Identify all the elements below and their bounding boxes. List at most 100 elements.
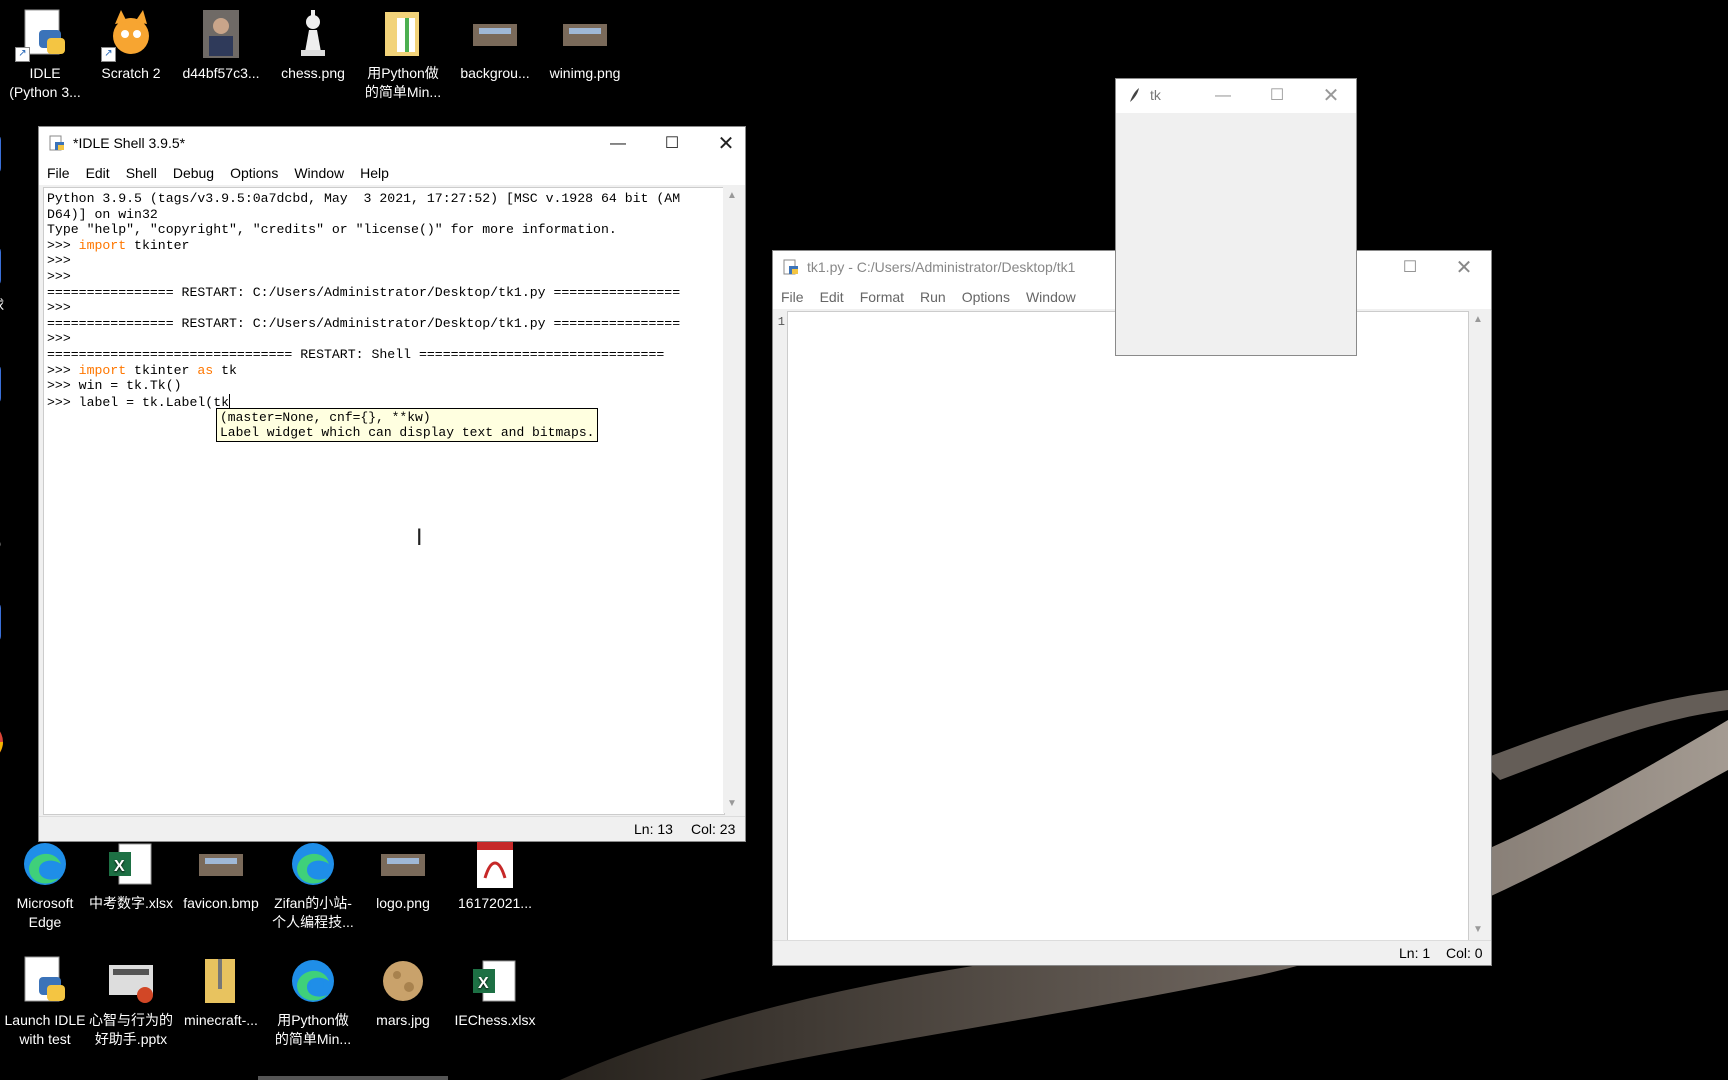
image-thumbnail-icon (559, 8, 611, 60)
desktop-icon[interactable]: ↗ Pytho (64 (0, 478, 28, 572)
desktop-icon-label: minecraft-... (184, 1012, 258, 1028)
tk-window[interactable]: tk — ☐ ✕ (1115, 78, 1357, 356)
minimize-button[interactable]: — (591, 127, 645, 161)
desktop-icon-label: 用Python做 的简单Min... (364, 65, 442, 100)
desktop-icon[interactable]: winimg.png (540, 8, 630, 83)
desktop-icon[interactable]: mars.jpg (358, 955, 448, 1030)
desktop-icon[interactable]: 用Python做 的简单Min... (358, 8, 448, 102)
desktop-icon[interactable]: favicon.bmp (176, 838, 266, 913)
scroll-down-arrow-icon[interactable]: ▼ (723, 795, 741, 813)
desktop-icon[interactable]: X 中考数字.xlsx (86, 838, 176, 913)
desktop-icon[interactable]: ↗ Scratch 2 (86, 8, 176, 83)
editor-vertical-scrollbar[interactable]: ▲ ▼ (1469, 311, 1487, 939)
menu-help[interactable]: Help (352, 161, 397, 181)
shortcut-arrow-icon: ↗ (15, 47, 30, 62)
desktop-icon[interactable]: X IEChess.xlsx (450, 955, 540, 1030)
scratch-cat-icon: ↗ (101, 8, 157, 62)
desktop-icon[interactable]: 16172021... (450, 838, 540, 913)
menu-format[interactable]: Format (852, 285, 912, 305)
maximize-button[interactable]: ☐ (1250, 79, 1304, 113)
shell-line: >>> (47, 331, 79, 347)
svg-text:X: X (114, 858, 125, 875)
idle-shell-window[interactable]: *IDLE Shell 3.9.5* — ☐ ✕ File Edit Shell De… (38, 126, 746, 842)
menu-debug[interactable]: Debug (165, 161, 222, 181)
desktop-icon-label: Launch IDLE with test (4, 1012, 86, 1047)
menu-options[interactable]: Options (222, 161, 286, 181)
shell-line: >>> (47, 253, 79, 269)
desktop-icon[interactable]: chess.png (268, 8, 358, 83)
tk-window-body[interactable] (1116, 113, 1356, 355)
menu-window[interactable]: Window (1018, 285, 1084, 305)
desktop-icon[interactable]: ↗ 扬子球 系 (0, 240, 28, 334)
folder-icon (377, 8, 429, 60)
calltip-doc: Label widget which can display text and … (220, 425, 595, 440)
app-icon: ↗ (0, 128, 9, 180)
menu-edit[interactable]: Edit (812, 285, 852, 305)
shell-line: ================ RESTART: C:/Users/Admin… (47, 284, 681, 300)
desktop-icon[interactable]: backgrou... (450, 8, 540, 83)
desktop-icon[interactable]: 心智与行为的 好助手.pptx (86, 955, 176, 1049)
desktop-icon-label: 用Python做 的简单Min... (274, 1012, 352, 1047)
chrome-icon: ↗ (0, 716, 9, 768)
shell-statusbar: Ln: 13 Col: 23 (39, 816, 745, 841)
minimize-button[interactable]: — (1196, 79, 1250, 113)
desktop-icon-label: Zifan的小站- 个人编程技... (272, 895, 354, 930)
shell-titlebar[interactable]: *IDLE Shell 3.9.5* — ☐ ✕ (39, 127, 745, 161)
desktop-icon[interactable]: 用Python做 的简单Min... (268, 955, 358, 1049)
shell-text-area[interactable]: Python 3.9.5 (tags/v3.9.5:0a7dcbd, May 3… (43, 187, 725, 815)
close-button[interactable]: ✕ (1437, 251, 1491, 285)
tk-titlebar[interactable]: tk — ☐ ✕ (1116, 79, 1356, 113)
desktop-icon-label: 16172021... (458, 895, 532, 911)
app-icon: ↗ (0, 596, 9, 648)
desktop-icon[interactable]: minecraft-... (176, 955, 266, 1030)
desktop-icon-label: Goo Chr (0, 772, 28, 810)
menu-shell[interactable]: Shell (118, 161, 165, 181)
desktop-icon[interactable]: ↗ IDLE (Python 3... (0, 8, 90, 102)
scroll-down-arrow-icon[interactable]: ▼ (1469, 921, 1487, 939)
shell-line: >>> import tkinter (47, 237, 190, 253)
chess-piece-icon (287, 8, 339, 60)
scroll-up-arrow-icon[interactable]: ▲ (723, 187, 741, 205)
window-title: tk1.py - C:/Users/Administrator/Desktop/… (807, 259, 1076, 275)
desktop-icon[interactable]: Zifan的小站- 个人编程技... (268, 838, 358, 932)
scroll-up-arrow-icon[interactable]: ▲ (1469, 311, 1487, 329)
maximize-button[interactable]: ☐ (1383, 251, 1437, 285)
desktop-icon[interactable]: d44bf57c3... (176, 8, 266, 83)
python-idle-icon (19, 955, 71, 1007)
desktop-icon-label: 心智与行为的 好助手.pptx (89, 1012, 173, 1047)
menu-file[interactable]: File (773, 285, 812, 305)
shell-vertical-scrollbar[interactable]: ▲ ▼ (723, 187, 741, 813)
shell-line: >>> label = tk.Label(tk (47, 393, 231, 410)
text-cursor-icon: I (416, 526, 423, 551)
close-button[interactable]: ✕ (699, 127, 753, 161)
menu-file[interactable]: File (39, 161, 78, 181)
desktop-icon[interactable]: logo.png (358, 838, 448, 913)
image-thumbnail-icon (377, 838, 429, 890)
desktop-icon[interactable]: ↗ 爱拍 (0, 596, 28, 671)
desktop-icon-label: backgrou... (460, 65, 530, 81)
desktop-icon-label: 腾讯 (0, 184, 28, 203)
menu-window[interactable]: Window (286, 161, 352, 181)
desktop-icon[interactable]: Launch IDLE with test (0, 955, 90, 1049)
desktop-icon-label: 扬子球 系 (0, 296, 28, 334)
svg-text:X: X (478, 975, 489, 992)
excel-icon: X (105, 838, 157, 890)
close-button[interactable]: ✕ (1304, 79, 1358, 113)
editor-text-area[interactable] (787, 311, 1469, 941)
shell-line: >>> import tkinter as tk (47, 362, 237, 378)
zip-folder-icon (195, 955, 247, 1007)
menu-options[interactable]: Options (954, 285, 1018, 305)
desktop-icon[interactable]: ↗ 腾讯 (0, 128, 28, 203)
desktop-icon[interactable]: ↗ 上海 (0, 358, 28, 433)
desktop-icon-label: Microsoft Edge (16, 895, 74, 930)
menu-run[interactable]: Run (912, 285, 954, 305)
menu-edit[interactable]: Edit (78, 161, 118, 181)
desktop-icon[interactable]: Microsoft Edge (0, 838, 90, 932)
desktop-icon-label: 上海 (0, 414, 28, 433)
window-title: tk (1150, 87, 1161, 103)
desktop-icon[interactable]: ↗ Goo Chr (0, 716, 28, 810)
status-column: Col: 23 (691, 821, 736, 837)
editor-window[interactable]: tk1.py - C:/Users/Administrator/Desktop/… (772, 250, 1492, 966)
desktop-icon-label: favicon.bmp (183, 895, 259, 911)
maximize-button[interactable]: ☐ (645, 127, 699, 161)
